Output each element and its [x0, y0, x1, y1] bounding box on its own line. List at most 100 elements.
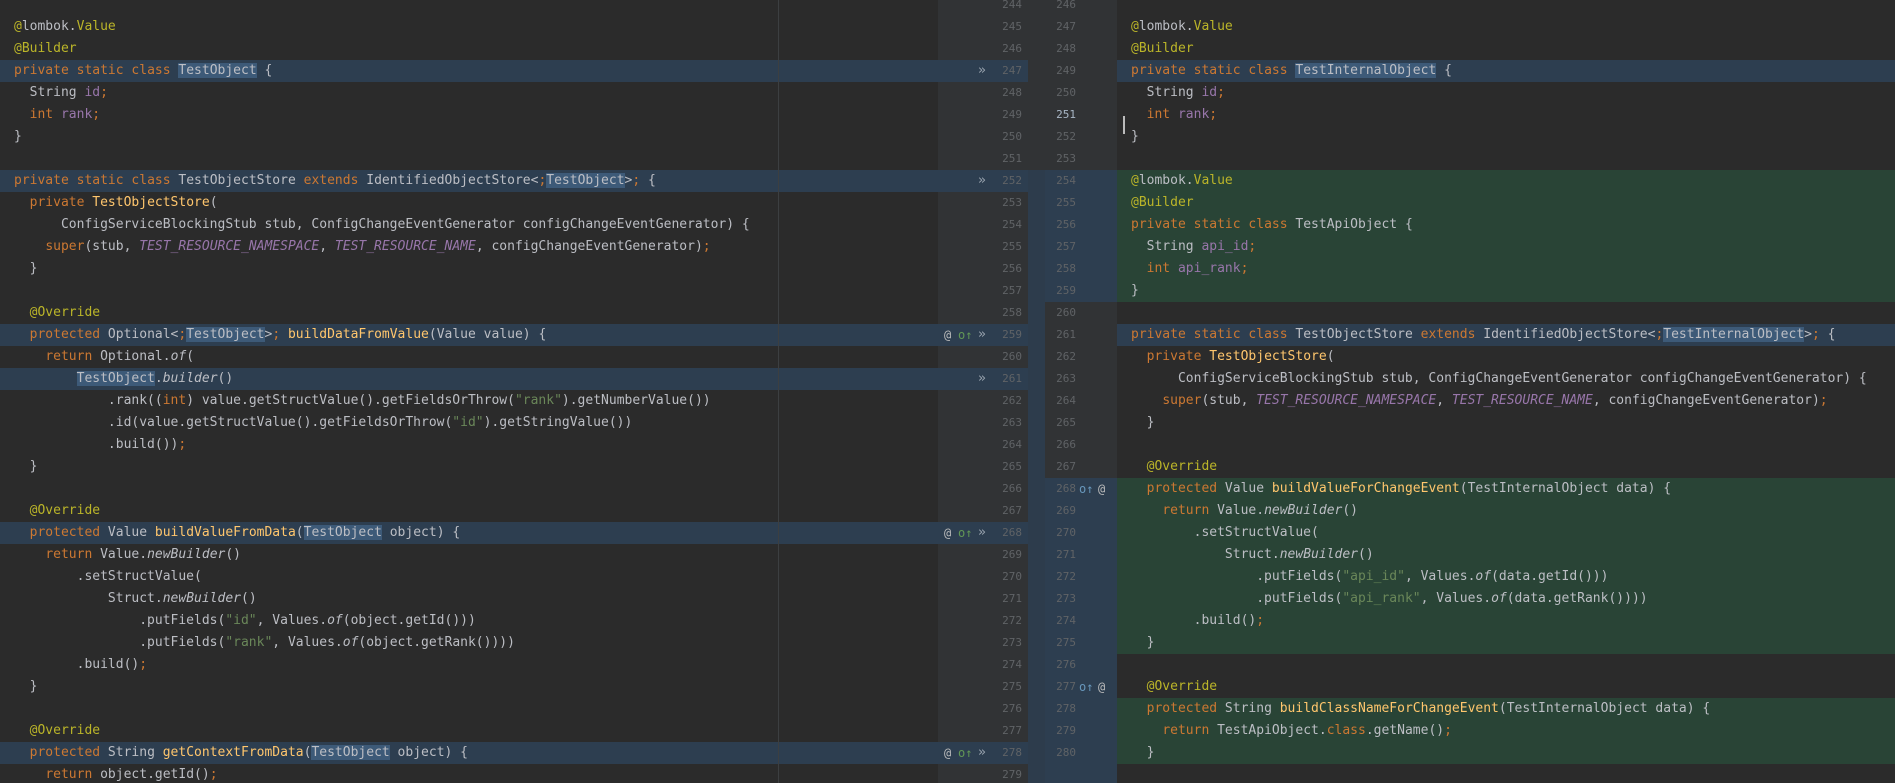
left-code-line[interactable]: private TestObjectStore( — [0, 192, 938, 214]
right-code-line[interactable]: private static class TestInternalObject … — [1117, 60, 1895, 82]
left-code-line[interactable]: @Override — [0, 302, 938, 324]
apply-change-icon[interactable]: » — [978, 742, 986, 764]
left-code-line[interactable]: protected Value buildValueFromData(TestO… — [0, 522, 938, 544]
right-line-number: 246 — [1056, 0, 1076, 11]
left-code-line[interactable]: .putFields("rank", Values.of(object.getR… — [0, 632, 938, 654]
right-code-line[interactable]: @lombok.Value — [1117, 16, 1895, 38]
left-code-line[interactable]: } — [0, 676, 938, 698]
right-code-line[interactable] — [1117, 148, 1895, 170]
right-code-line[interactable]: @lombok.Value — [1117, 170, 1895, 192]
right-code-line[interactable]: @Override — [1117, 676, 1895, 698]
right-code-line[interactable]: int api_rank; — [1117, 258, 1895, 280]
left-code-line[interactable] — [0, 698, 938, 720]
left-code-line[interactable]: private static class TestObjectStore ext… — [0, 170, 938, 192]
right-code-line[interactable]: } — [1117, 742, 1895, 764]
left-code-line[interactable]: protected Optional<;TestObject>; buildDa… — [0, 324, 938, 346]
left-code-line[interactable]: return object.getId(); — [0, 764, 938, 783]
left-code-line[interactable]: Struct.newBuilder() — [0, 588, 938, 610]
left-code-line[interactable]: ConfigServiceBlockingStub stub, ConfigCh… — [0, 214, 938, 236]
right-editor-pane[interactable]: @lombok.Value @Builder private static clas… — [1117, 0, 1895, 783]
left-code-line[interactable]: .rank((int) value.getStructValue().getFi… — [0, 390, 938, 412]
left-code-text: ConfigServiceBlockingStub stub, ConfigCh… — [14, 217, 750, 232]
right-code-line[interactable]: protected String buildClassNameForChange… — [1117, 698, 1895, 720]
left-code-line[interactable] — [0, 0, 938, 16]
apply-change-icon[interactable]: » — [978, 522, 986, 544]
right-code-line[interactable]: } — [1117, 632, 1895, 654]
left-code-line[interactable]: .putFields("id", Values.of(object.getId(… — [0, 610, 938, 632]
implements-icon[interactable]: o↑ — [958, 742, 972, 764]
apply-change-icon[interactable]: » — [978, 170, 986, 192]
right-code-text: String api_id; — [1131, 239, 1257, 254]
right-code-line[interactable]: private static class TestObjectStore ext… — [1117, 324, 1895, 346]
left-editor-pane[interactable]: @lombok.Value @Builder private static clas… — [0, 0, 938, 783]
left-code-line[interactable]: @Builder — [0, 38, 938, 60]
override-icon[interactable]: @ — [1098, 478, 1105, 500]
left-line-number: 266 — [1002, 482, 1022, 495]
implements-icon[interactable]: o↑ — [958, 324, 972, 346]
left-code-line[interactable]: return Value.newBuilder() — [0, 544, 938, 566]
override-icon[interactable]: @ — [1098, 676, 1105, 698]
left-code-line[interactable]: return Optional.of( — [0, 346, 938, 368]
left-code-line[interactable]: private static class TestObject { — [0, 60, 938, 82]
apply-change-icon[interactable]: » — [978, 60, 986, 82]
implements-icon[interactable]: o↑ — [1079, 478, 1093, 500]
left-code-line[interactable]: String id; — [0, 82, 938, 104]
right-code-text: } — [1131, 415, 1155, 430]
left-code-line[interactable]: } — [0, 258, 938, 280]
left-code-line[interactable]: int rank; — [0, 104, 938, 126]
left-code-line[interactable]: TestObject.builder() — [0, 368, 938, 390]
left-code-text: @Override — [29, 305, 101, 320]
apply-change-icon[interactable]: » — [978, 324, 986, 346]
right-code-line[interactable]: String id; — [1117, 82, 1895, 104]
left-code-line[interactable]: .build()); — [0, 434, 938, 456]
implements-icon[interactable]: o↑ — [1079, 676, 1093, 698]
right-code-line[interactable]: Struct.newBuilder() — [1117, 544, 1895, 566]
left-code-line[interactable] — [0, 478, 938, 500]
right-code-text: ConfigServiceBlockingStub stub, ConfigCh… — [1131, 371, 1867, 386]
right-code-line[interactable]: .putFields("api_id", Values.of(data.getI… — [1117, 566, 1895, 588]
left-code-line[interactable]: .id(value.getStructValue().getFieldsOrTh… — [0, 412, 938, 434]
left-code-line[interactable]: .setStructValue( — [0, 566, 938, 588]
left-code-text: @Builder — [14, 41, 77, 56]
override-icon[interactable]: @ — [944, 324, 951, 346]
right-code-line[interactable]: } — [1117, 412, 1895, 434]
right-code-line[interactable] — [1117, 434, 1895, 456]
right-code-line[interactable]: int rank; — [1117, 104, 1895, 126]
left-line-number: 254 — [1002, 218, 1022, 231]
left-code-line[interactable] — [0, 280, 938, 302]
left-code-line[interactable]: } — [0, 126, 938, 148]
left-line-number: 250 — [1002, 130, 1022, 143]
left-code-line[interactable]: super(stub, TEST_RESOURCE_NAMESPACE, TES… — [0, 236, 938, 258]
right-code-line[interactable] — [1117, 302, 1895, 324]
right-code-line[interactable]: .setStructValue( — [1117, 522, 1895, 544]
override-icon[interactable]: @ — [944, 742, 951, 764]
right-code-line[interactable]: private TestObjectStore( — [1117, 346, 1895, 368]
left-code-line[interactable]: @Override — [0, 500, 938, 522]
right-code-line[interactable]: @Builder — [1117, 38, 1895, 60]
right-code-line[interactable]: private static class TestApiObject { — [1117, 214, 1895, 236]
left-code-line[interactable] — [0, 148, 938, 170]
right-code-line[interactable]: ConfigServiceBlockingStub stub, ConfigCh… — [1117, 368, 1895, 390]
right-code-line[interactable]: return TestApiObject.class.getName(); — [1117, 720, 1895, 742]
left-code-line[interactable]: @lombok.Value — [0, 16, 938, 38]
override-icon[interactable]: @ — [944, 522, 951, 544]
right-code-line[interactable]: } — [1117, 280, 1895, 302]
right-code-line[interactable]: super(stub, TEST_RESOURCE_NAMESPACE, TES… — [1117, 390, 1895, 412]
right-code-line[interactable]: @Override — [1117, 456, 1895, 478]
right-code-line[interactable]: .build(); — [1117, 610, 1895, 632]
implements-icon[interactable]: o↑ — [958, 522, 972, 544]
left-code-line[interactable]: protected String getContextFromData(Test… — [0, 742, 938, 764]
apply-change-icon[interactable]: » — [978, 368, 986, 390]
right-code-line[interactable]: .putFields("api_rank", Values.of(data.ge… — [1117, 588, 1895, 610]
right-code-line[interactable]: } — [1117, 126, 1895, 148]
right-code-line[interactable]: protected Value buildValueForChangeEvent… — [1117, 478, 1895, 500]
left-code-line[interactable]: } — [0, 456, 938, 478]
right-code-line[interactable]: return Value.newBuilder() — [1117, 500, 1895, 522]
right-code-line[interactable] — [1117, 654, 1895, 676]
right-code-line[interactable]: @Builder — [1117, 192, 1895, 214]
right-line-number: 250 — [1056, 86, 1076, 99]
left-code-line[interactable]: .build(); — [0, 654, 938, 676]
right-code-line[interactable] — [1117, 0, 1895, 16]
left-code-line[interactable]: @Override — [0, 720, 938, 742]
right-code-line[interactable]: String api_id; — [1117, 236, 1895, 258]
